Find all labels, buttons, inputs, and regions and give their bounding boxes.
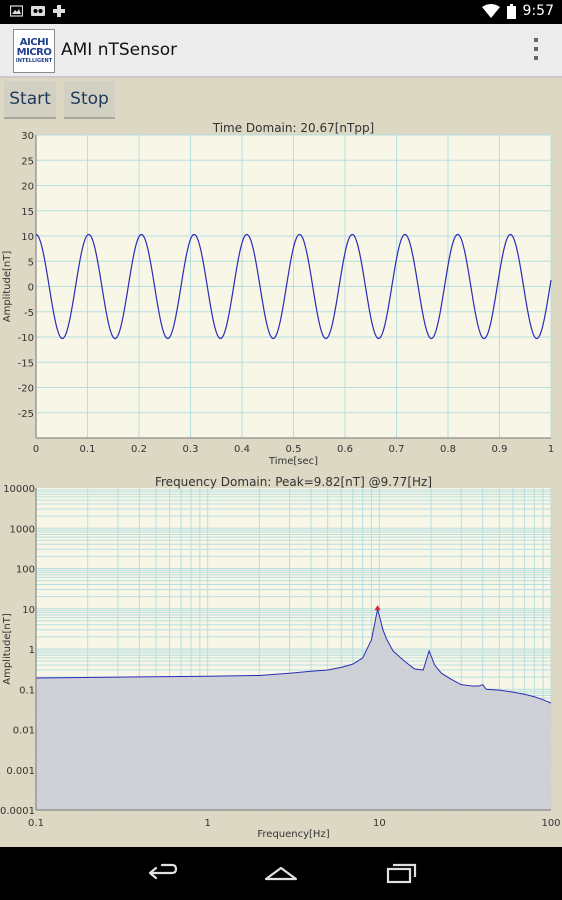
time-x-tick-label: 0.9 [492,444,508,455]
time-x-tick-label: 0.5 [286,444,302,455]
freq-y-tick-label: 0.1 [19,685,35,696]
time-y-tick-label: 20 [21,182,34,193]
time-y-tick-label: 15 [21,207,34,218]
status-bar: 9:57 [0,0,562,24]
start-button[interactable]: Start [4,81,56,119]
freq-x-tick-label: 1 [204,818,210,829]
freq-y-tick-label: 0.01 [13,726,35,737]
time-x-tick-label: 0 [33,444,39,455]
time-x-tick-label: 0.4 [234,444,250,455]
battery-icon [506,3,516,19]
time-y-tick-label: -10 [18,333,34,344]
time-y-tick-label: 5 [28,257,34,268]
time-domain-chart: 0 0.1 0.2 0.3 0.4 0.5 0.6 0.7 0.8 0.9 1 30 25 20 15 10 5… [2,121,554,467]
freq-x-tick-label: 0.1 [28,818,44,829]
freq-y-tick-label: 100 [16,565,35,576]
navigation-bar [0,847,562,900]
time-y-tick-label: -15 [18,358,34,369]
time-y-tick-label: -5 [24,308,34,319]
time-y-tick-label: -25 [18,409,34,420]
logo-line-3: INTELLIGENT [15,58,53,64]
freq-x-axis-label: Frequency[Hz] [257,829,329,840]
status-time: 9:57 [522,3,554,19]
time-x-tick-label: 0.6 [337,444,353,455]
game-controller-icon [53,5,65,17]
time-y-tick-label: 25 [21,156,34,167]
time-x-tick-label: 0.1 [80,444,96,455]
more-vertical-icon[interactable] [532,38,540,60]
freq-y-tick-label: 0.0001 [0,806,35,817]
system-icons: 9:57 [481,3,554,19]
frequency-domain-chart: 0.1 1 10 100 10000 1000 100 10 1 0.1 0.01 0.001 0.00… [0,475,561,840]
freq-y-tick-label: 0.001 [6,766,35,777]
logo-line-2: MICRO [16,47,52,58]
freq-x-tick-label: 100 [541,818,560,829]
photo-icon [10,5,23,17]
app-logo: AICHI MICRO INTELLIGENT [13,29,55,73]
voicemail-icon [31,6,45,16]
time-x-tick-label: 0.8 [440,444,456,455]
app-title: AMI nTSensor [61,40,178,60]
time-x-axis-label: Time[sec] [268,456,318,467]
freq-y-tick-label: 10 [22,605,35,616]
freq-y-tick-label: 1000 [10,524,35,535]
freq-x-tick-label: 10 [373,818,386,829]
freq-chart-title: Frequency Domain: Peak=9.82[nT] @9.77[Hz… [155,475,432,489]
time-y-tick-label: 10 [21,232,34,243]
action-bar: AICHI MICRO INTELLIGENT AMI nTSensor [0,24,562,78]
wifi-icon [481,4,500,18]
time-y-tick-label: 30 [21,131,34,142]
time-chart-title: Time Domain: 20.67[nTpp] [212,121,375,135]
time-x-tick-label: 0.3 [183,444,199,455]
back-icon[interactable] [144,860,180,886]
home-icon[interactable] [263,860,299,886]
time-x-tick-label: 0.2 [131,444,147,455]
freq-y-tick-label: 1 [29,645,35,656]
time-x-tick-label: 0.7 [389,444,405,455]
recent-apps-icon[interactable] [384,860,420,886]
freq-y-tick-label: 10000 [3,484,35,495]
stop-button[interactable]: Stop [64,81,115,119]
freq-y-axis-label: Amplitude[nT] [2,613,13,685]
time-x-tick-label: 1 [548,444,554,455]
time-y-axis-label: Amplitude[nT] [2,251,13,323]
time-y-tick-label: -20 [18,384,34,395]
notification-icons [10,5,65,17]
time-y-tick-label: 0 [28,283,34,294]
